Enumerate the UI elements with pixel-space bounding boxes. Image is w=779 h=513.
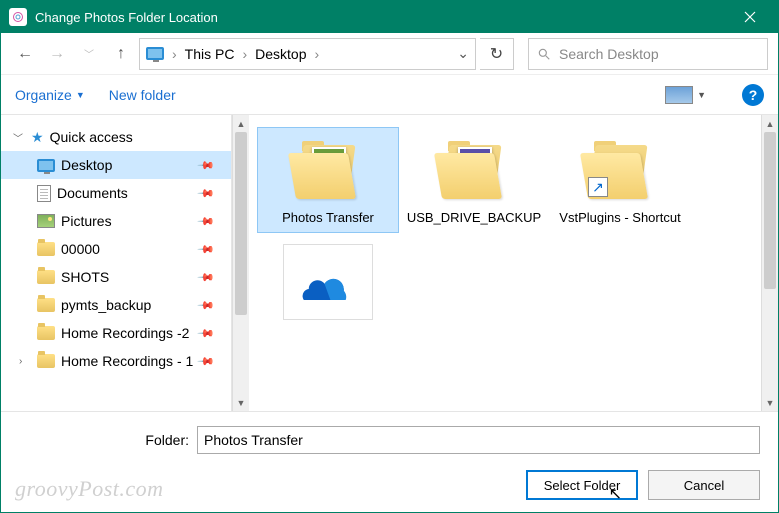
folder-label: Folder: xyxy=(19,432,189,448)
pin-icon: 📌 xyxy=(197,240,216,259)
sidebar-item-folder[interactable]: 00000 📌 xyxy=(1,235,231,263)
item-label: USB_DRIVE_BACKUP xyxy=(407,210,541,226)
sidebar-item-desktop[interactable]: Desktop 📌 xyxy=(1,151,231,179)
search-placeholder: Search Desktop xyxy=(559,46,659,62)
sidebar-item-folder[interactable]: pymts_backup 📌 xyxy=(1,291,231,319)
breadcrumb-current[interactable]: Desktop xyxy=(255,46,306,62)
sidebar: ﹀ ★ Quick access Desktop 📌 Documents 📌 P… xyxy=(1,115,232,411)
content-scrollbar[interactable]: ▲ ▼ xyxy=(761,115,778,411)
breadcrumb-root[interactable]: This PC xyxy=(185,46,235,62)
pin-icon: 📌 xyxy=(197,324,216,343)
recent-dropdown[interactable]: ﹀ xyxy=(75,39,103,69)
folder-icon xyxy=(37,326,55,340)
folder-icon: ↗ xyxy=(582,141,658,199)
folder-icon xyxy=(37,354,55,368)
cloud-item[interactable] xyxy=(257,237,399,331)
item-label: VstPlugins - Shortcut xyxy=(559,210,680,226)
organize-menu[interactable]: Organize▼ xyxy=(15,87,85,103)
watermark: groovyPost.com xyxy=(15,476,164,502)
sidebar-item-documents[interactable]: Documents 📌 xyxy=(1,179,231,207)
refresh-button[interactable]: ↻ xyxy=(480,38,514,70)
footer: Folder: Select Folder Cancel ↖ groovyPos… xyxy=(1,411,778,513)
sidebar-item-folder[interactable]: Home Recordings -2 📌 xyxy=(1,319,231,347)
sidebar-item-folder[interactable]: › Home Recordings - 1 📌 xyxy=(1,347,231,375)
sidebar-item-pictures[interactable]: Pictures 📌 xyxy=(1,207,231,235)
pin-icon: 📌 xyxy=(197,352,216,371)
monitor-icon xyxy=(37,159,55,172)
dialog-window: Change Photos Folder Location ← → ﹀ ↑ › … xyxy=(0,0,779,513)
folder-shortcut-item[interactable]: ↗ VstPlugins - Shortcut xyxy=(549,127,691,233)
chevron-right-icon: › xyxy=(172,46,177,62)
back-button[interactable]: ← xyxy=(11,39,39,69)
select-folder-button[interactable]: Select Folder xyxy=(526,470,638,500)
up-button[interactable]: ↑ xyxy=(107,39,135,69)
address-bar[interactable]: › This PC › Desktop › ⌄ xyxy=(139,38,476,70)
pic-icon xyxy=(37,214,55,228)
titlebar: Change Photos Folder Location xyxy=(1,1,778,33)
nav-bar: ← → ﹀ ↑ › This PC › Desktop › ⌄ ↻ Search… xyxy=(1,33,778,75)
chevron-right-icon: › xyxy=(242,46,247,62)
monitor-icon xyxy=(146,47,164,60)
close-button[interactable] xyxy=(730,1,770,33)
search-box[interactable]: Search Desktop xyxy=(528,38,768,70)
view-thumb-icon xyxy=(665,86,693,104)
doc-icon xyxy=(37,185,51,202)
chevron-right-icon: › xyxy=(315,46,320,62)
shortcut-icon: ↗ xyxy=(588,177,608,197)
cancel-button[interactable]: Cancel xyxy=(648,470,760,500)
main-area: ﹀ ★ Quick access Desktop 📌 Documents 📌 P… xyxy=(1,115,778,411)
content-pane[interactable]: Photos Transfer USB_DRIVE_BACKUP ↗ VstPl… xyxy=(249,115,761,411)
sidebar-item-folder[interactable]: SHOTS 📌 xyxy=(1,263,231,291)
folder-icon xyxy=(37,270,55,284)
forward-button[interactable]: → xyxy=(43,39,71,69)
quick-access[interactable]: ﹀ ★ Quick access xyxy=(1,123,231,151)
pin-icon: 📌 xyxy=(197,212,216,231)
sidebar-scrollbar[interactable]: ▲ ▼ xyxy=(232,115,249,411)
star-icon: ★ xyxy=(31,129,44,146)
item-label: Photos Transfer xyxy=(282,210,374,226)
folder-icon xyxy=(436,141,512,199)
help-button[interactable]: ? xyxy=(742,84,764,106)
pin-icon: 📌 xyxy=(197,156,216,175)
chevron-right-icon: › xyxy=(19,356,31,367)
toolbar: Organize▼ New folder ▼ ? xyxy=(1,75,778,115)
folder-icon xyxy=(37,242,55,256)
window-title: Change Photos Folder Location xyxy=(35,10,730,25)
folder-icon xyxy=(290,141,366,199)
folder-input[interactable] xyxy=(197,426,760,454)
folder-icon xyxy=(37,298,55,312)
search-icon xyxy=(537,47,551,61)
pin-icon: 📌 xyxy=(197,268,216,287)
cloud-icon xyxy=(300,264,356,300)
folder-item[interactable]: USB_DRIVE_BACKUP xyxy=(403,127,545,233)
chevron-down-icon: ﹀ xyxy=(13,130,25,145)
app-icon xyxy=(9,8,27,26)
view-options[interactable]: ▼ xyxy=(665,86,706,104)
pin-icon: 📌 xyxy=(197,184,216,203)
pin-icon: 📌 xyxy=(197,296,216,315)
quick-access-label: Quick access xyxy=(50,129,133,145)
new-folder-button[interactable]: New folder xyxy=(109,87,176,103)
folder-item[interactable]: Photos Transfer xyxy=(257,127,399,233)
address-dropdown[interactable]: ⌄ xyxy=(457,45,469,62)
